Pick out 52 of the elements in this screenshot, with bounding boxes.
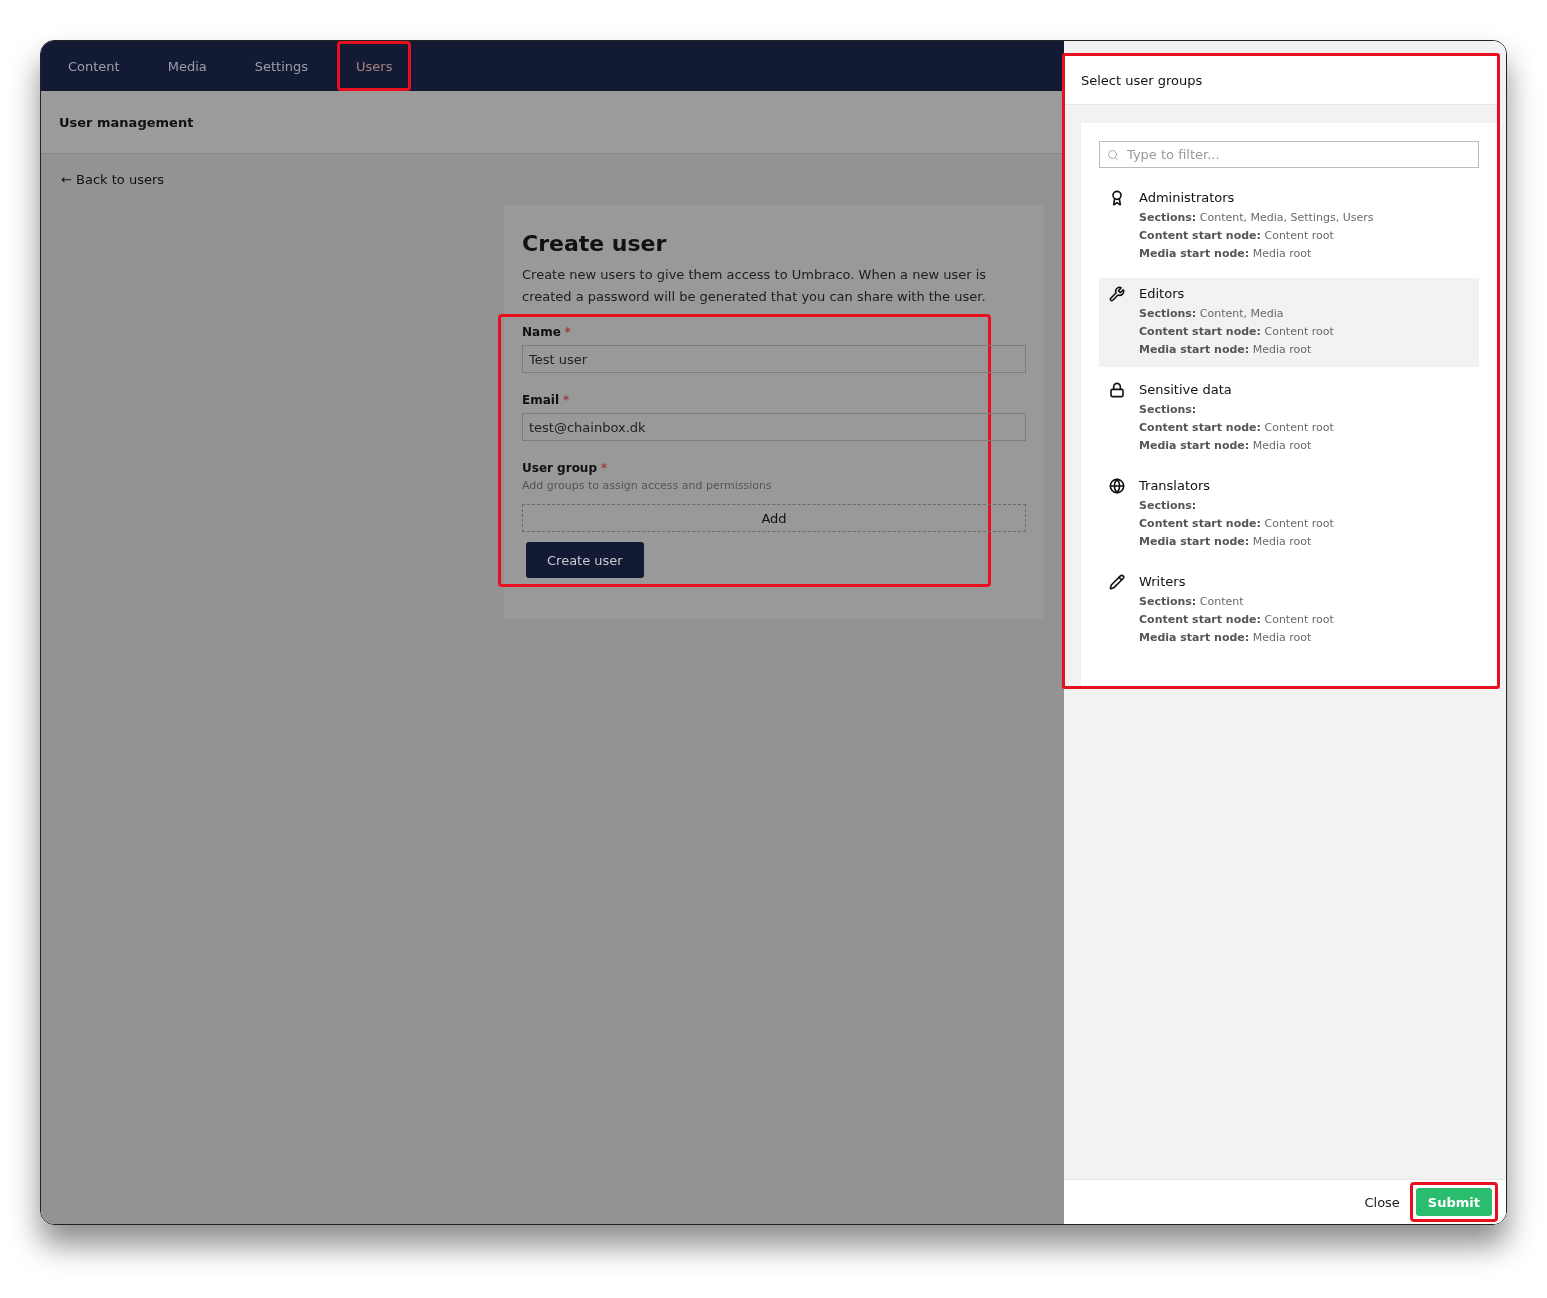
medal-icon xyxy=(1109,190,1125,206)
user-group-item[interactable]: Writers Sections: Content Content start node: Content root Media start node: Media root xyxy=(1099,566,1479,655)
group-detail: Sections: Content xyxy=(1139,594,1245,610)
user-group-item[interactable]: Translators Sections: Content start node: Content root Media start node: Media root xyxy=(1099,470,1479,559)
lock-icon xyxy=(1109,382,1125,398)
field-hint: Add groups to assign access and permissions xyxy=(522,479,773,492)
required-mark: * xyxy=(601,461,607,475)
group-detail: Sections: Content, Media, Settings, Users xyxy=(1139,210,1374,226)
search-icon xyxy=(1107,149,1119,161)
user-group-item[interactable]: Administrators Sections: Content, Media, Settings, Users Content start node: Content root Media start node: Media root xyxy=(1099,182,1479,271)
input-field[interactable]: Test user xyxy=(522,345,1026,373)
input-field[interactable]: test@chainbox.dk xyxy=(522,413,1026,441)
filter-field[interactable]: Type to filter... xyxy=(1099,141,1479,168)
globe-icon xyxy=(1109,478,1125,494)
user-group-item[interactable]: Editors Sections: Content, Media Content start node: Content root Media start node: Media root xyxy=(1099,278,1479,367)
field-label: Name xyxy=(522,325,561,339)
group-detail: Media start node: Media root xyxy=(1139,246,1313,262)
group-detail: Media start node: Media root xyxy=(1139,438,1313,454)
field-label: Email xyxy=(522,393,560,407)
group-name: Translators xyxy=(1139,478,1212,493)
group-detail: Content start node: Content root xyxy=(1139,420,1334,436)
field-label: User group xyxy=(522,461,597,475)
group-detail: Media start node: Media root xyxy=(1139,630,1313,646)
form-title: Create user xyxy=(522,231,668,256)
group-detail: Media start node: Media root xyxy=(1139,342,1313,358)
group-detail: Content start node: Content root xyxy=(1139,324,1334,340)
group-name: Administrators xyxy=(1139,190,1236,205)
group-name: Editors xyxy=(1139,286,1186,301)
nav-tab[interactable]: Media xyxy=(157,44,217,88)
required-mark: * xyxy=(564,325,571,339)
group-detail: Sections: xyxy=(1139,402,1198,418)
group-detail: Content start node: Content root xyxy=(1139,612,1334,628)
add-button[interactable]: Add xyxy=(522,504,1026,532)
required-mark: * xyxy=(563,393,570,407)
form-description: Create new users to give them access to Umbraco. When a new user is created a password will be generated that you can share with the user. xyxy=(522,266,988,306)
group-name: Sensitive data xyxy=(1139,382,1233,397)
back-link[interactable]: ← Back to users xyxy=(61,172,1044,187)
create-user-button[interactable]: Create user xyxy=(526,542,644,578)
dialog-title: Select user groups xyxy=(1065,56,1497,105)
user-group-item[interactable]: Sensitive data Sections: Content start node: Content root Media start node: Media root xyxy=(1099,374,1479,463)
group-detail: Content start node: Content root xyxy=(1139,228,1335,244)
pencil-icon xyxy=(1109,574,1125,590)
nav-tab[interactable]: Settings xyxy=(244,44,319,88)
nav-tab[interactable]: Users xyxy=(346,44,403,88)
group-detail: Media start node: Media root xyxy=(1139,534,1313,550)
group-detail: Content start node: Content root xyxy=(1139,516,1334,532)
group-name: Writers xyxy=(1139,574,1187,589)
group-detail: Sections: Content, Media xyxy=(1139,306,1285,322)
group-detail: Sections: xyxy=(1139,498,1198,514)
close-button[interactable]: Close xyxy=(1358,1193,1406,1211)
nav-tab[interactable]: Content xyxy=(58,44,130,88)
page-header: User management xyxy=(41,91,1064,154)
